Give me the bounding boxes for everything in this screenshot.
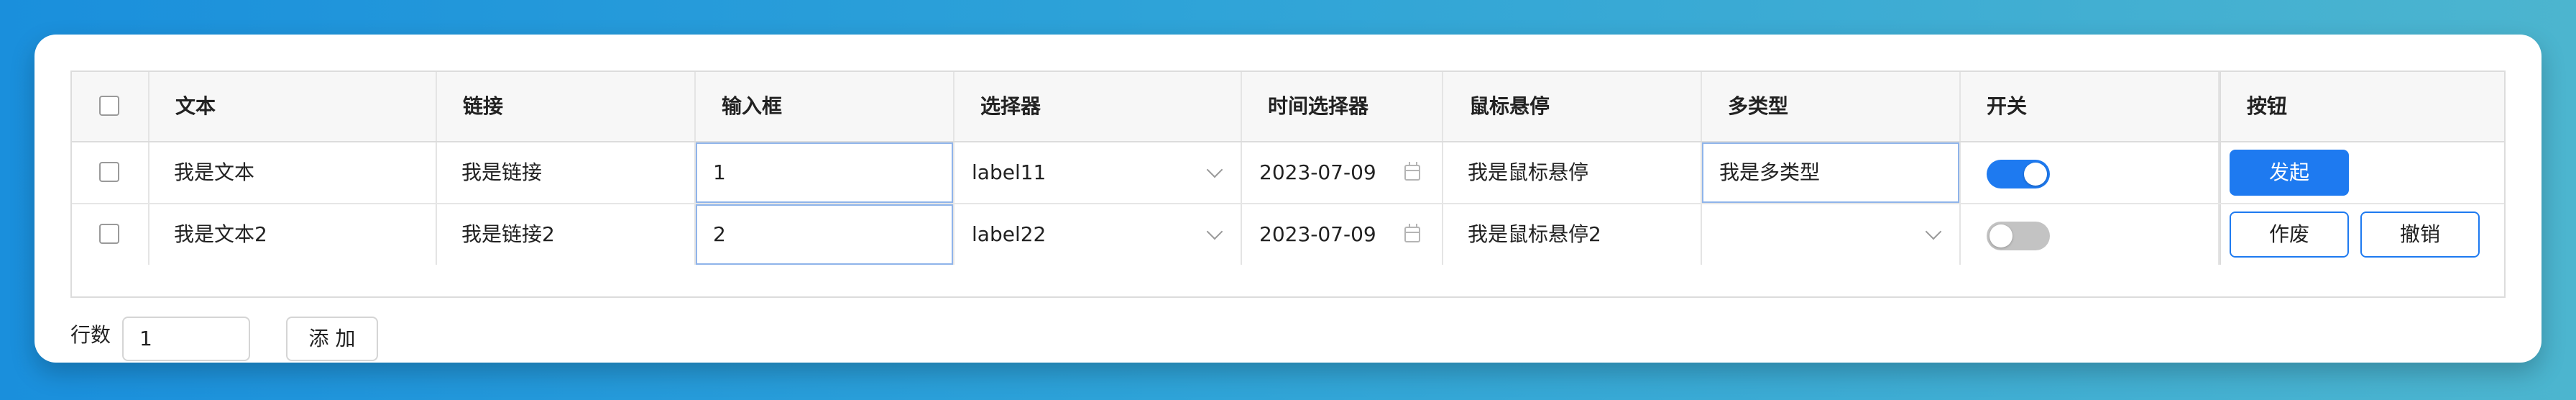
calendar-icon[interactable]: [1404, 224, 1420, 242]
cell-input-field[interactable]: 1: [696, 142, 953, 203]
date-cell: 2023-07-09: [1242, 142, 1443, 203]
chevron-down-icon: [1206, 161, 1223, 178]
add-button[interactable]: 添 加: [286, 317, 378, 361]
select-value: label11: [972, 160, 1046, 184]
header-checkbox-cell: [72, 72, 150, 141]
header-cell: 按钮: [2220, 72, 2504, 141]
switch-cell: [1961, 142, 2220, 203]
column-header-link: 链接: [463, 94, 504, 118]
cell-link[interactable]: 我是链接2: [461, 220, 555, 249]
header-cell: 时间选择器: [1242, 72, 1443, 141]
switch-cell: [1961, 204, 2220, 265]
switch-knob: [2024, 163, 2047, 186]
cell-link[interactable]: 我是链接: [461, 158, 542, 187]
header-cell: 选择器: [954, 72, 1242, 141]
row-checkbox[interactable]: [99, 162, 119, 182]
column-header-switch: 开关: [1987, 94, 2028, 118]
input-cell: 1: [696, 142, 954, 203]
row-checkbox-cell: [72, 204, 150, 265]
chevron-down-icon: [1206, 223, 1223, 240]
rows-label: 行数: [70, 323, 111, 347]
table-header-row: 文本 链接 输入框 选择器 时间选择器 鼠标悬停 多类型 开关 按钮: [72, 72, 2504, 142]
table-card: 文本 链接 输入框 选择器 时间选择器 鼠标悬停 多类型 开关 按钮 我是文本 …: [34, 35, 2542, 363]
date-cell: 2023-07-09: [1242, 204, 1443, 265]
link-cell: 我是链接: [437, 142, 696, 203]
cell-hover-text[interactable]: 我是鼠标悬停: [1468, 158, 1588, 187]
multi-cell: [1702, 204, 1961, 265]
date-picker-value[interactable]: 2023-07-09: [1259, 220, 1376, 249]
multi-type-select[interactable]: [1719, 220, 1945, 249]
cell-hover-text[interactable]: 我是鼠标悬停2: [1468, 220, 1601, 249]
header-cell: 开关: [1961, 72, 2220, 141]
revoke-button[interactable]: 撤销: [2360, 212, 2480, 258]
calendar-icon[interactable]: [1404, 162, 1420, 181]
column-header-hover: 鼠标悬停: [1469, 94, 1550, 118]
column-header-input: 输入框: [722, 94, 783, 118]
column-header-text: 文本: [175, 94, 216, 118]
header-cell: 多类型: [1702, 72, 1961, 141]
table-row: 我是文本 我是链接 1 label11 2023-07-09 我是鼠标悬停 我是…: [72, 142, 2504, 204]
select-cell: label22: [954, 204, 1242, 265]
text-cell: 我是文本2: [150, 204, 437, 265]
cell-input-field[interactable]: 2: [696, 204, 953, 265]
row-checkbox-cell: [72, 142, 150, 203]
void-button[interactable]: 作废: [2230, 212, 2349, 258]
column-header-date: 时间选择器: [1268, 94, 1369, 118]
switch-knob: [1990, 224, 2012, 247]
select-value: label22: [972, 222, 1046, 246]
text-cell: 我是文本: [150, 142, 437, 203]
column-header-buttons: 按钮: [2247, 94, 2288, 118]
multi-type-field[interactable]: 我是多类型: [1702, 142, 1959, 203]
hover-cell: 我是鼠标悬停2: [1443, 204, 1702, 265]
header-cell: 链接: [437, 72, 696, 141]
multi-cell: 我是多类型: [1702, 142, 1961, 203]
hover-cell: 我是鼠标悬停: [1443, 142, 1702, 203]
toggle-switch[interactable]: [1987, 222, 2050, 250]
data-table: 文本 链接 输入框 选择器 时间选择器 鼠标悬停 多类型 开关 按钮 我是文本 …: [70, 71, 2506, 298]
cell-text: 我是文本: [174, 160, 255, 184]
toggle-switch[interactable]: [1987, 160, 2050, 188]
column-header-select: 选择器: [980, 94, 1041, 118]
header-cell: 鼠标悬停: [1443, 72, 1702, 141]
cell-select[interactable]: label22: [972, 220, 1226, 249]
cell-select[interactable]: label11: [972, 158, 1226, 187]
row-checkbox[interactable]: [99, 224, 119, 244]
header-cell: 文本: [150, 72, 437, 141]
rows-count-input[interactable]: 1: [122, 317, 250, 361]
link-cell: 我是链接2: [437, 204, 696, 265]
table-row: 我是文本2 我是链接2 2 label22 2023-07-09 我是鼠标悬停2: [72, 204, 2504, 265]
input-cell: 2: [696, 204, 954, 265]
header-cell: 输入框: [696, 72, 954, 141]
cell-text: 我是文本2: [174, 222, 267, 246]
column-header-multi: 多类型: [1728, 94, 1789, 118]
chevron-down-icon: [1925, 223, 1942, 240]
date-picker-value[interactable]: 2023-07-09: [1259, 158, 1376, 187]
select-cell: label11: [954, 142, 1242, 203]
button-cell: 作废 撤销: [2220, 204, 2504, 265]
button-cell: 发起: [2220, 142, 2504, 203]
initiate-button[interactable]: 发起: [2230, 150, 2349, 196]
select-all-checkbox[interactable]: [99, 96, 119, 116]
